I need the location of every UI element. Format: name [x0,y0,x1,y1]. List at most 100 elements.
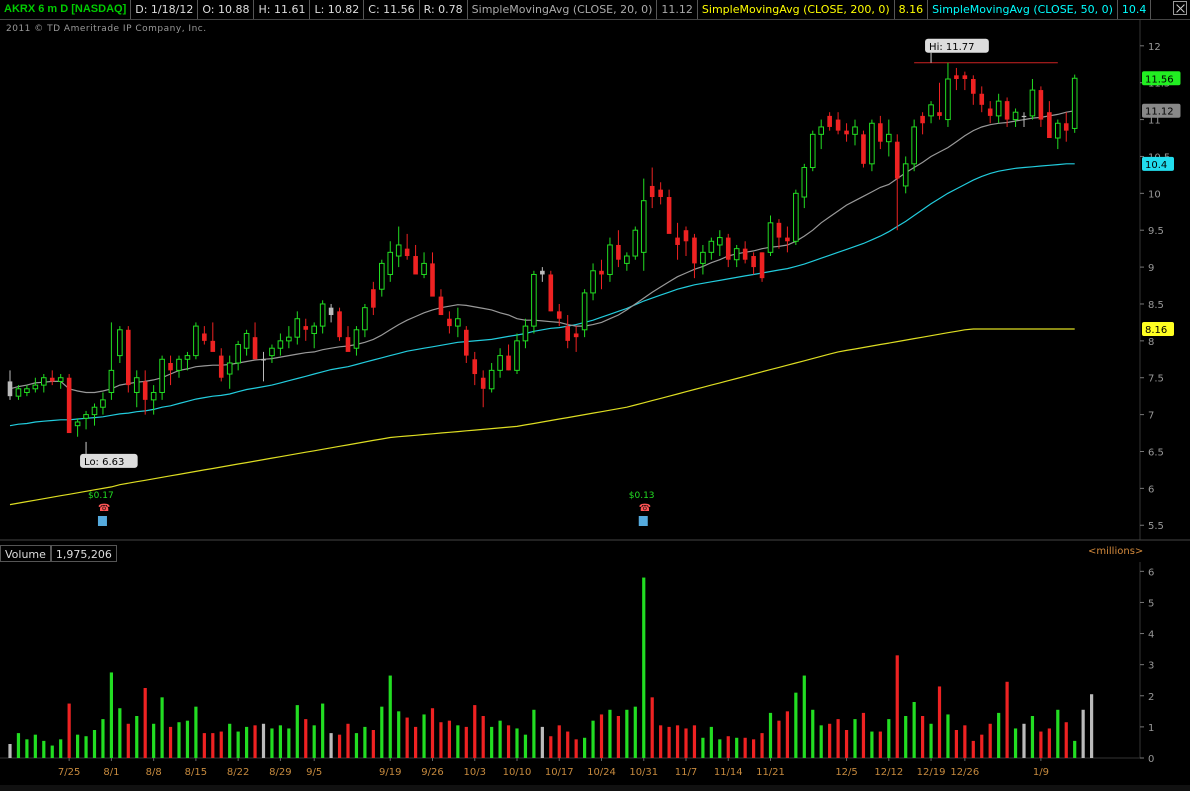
date-tick-label: 8/15 [185,767,207,778]
volume-bar [574,739,578,758]
volume-bar [549,736,553,758]
volume-bar [794,692,798,758]
volume-bar [836,719,840,758]
volume-bar [844,730,849,758]
volume-bar [8,744,12,758]
volume-bar [1030,716,1035,758]
volume-bar [67,703,71,758]
volume-bar [726,736,730,758]
volume-bar [802,675,806,758]
volume-bar [650,697,654,758]
volume-bar [828,723,832,758]
volume-bar [937,686,942,758]
volume-bar [532,709,536,758]
volume-tick-label: 0 [1148,754,1154,765]
volume-bar [261,723,266,758]
volume-bar [718,739,722,758]
volume-bar [878,731,882,758]
volume-bar [245,726,249,758]
volume-bar [405,717,409,758]
volume-bar [160,697,164,758]
volume-bar [1064,722,1068,758]
volume-bar [557,725,561,758]
volume-bar [473,705,477,758]
volume-bar [236,731,240,758]
volume-bar [963,725,967,758]
volume-bar [853,719,857,758]
volume-bar [346,723,350,758]
volume-bar [371,730,375,758]
volume-bar [219,731,223,758]
volume-bar [490,726,494,758]
volume-bar [126,723,130,758]
volume-bar [278,725,282,758]
volume-bar [498,720,502,758]
volume-bar [633,706,637,758]
volume-bar [456,725,460,758]
volume-bar [929,723,933,758]
volume-bar [912,702,916,758]
volume-tick-label: 4 [1148,630,1154,641]
volume-bar [287,728,291,758]
volume-bar [304,719,308,758]
volume-bar [701,737,705,758]
volume-bar [321,703,325,758]
volume-bar [904,716,908,758]
volume-bar [194,706,198,758]
date-tick-label: 11/7 [675,767,697,778]
volume-bar [971,740,975,758]
volume-bar [980,734,984,758]
volume-bar [422,714,426,758]
date-tick-label: 12/5 [835,767,857,778]
date-tick-label: 8/29 [269,767,291,778]
volume-bar [329,733,333,758]
volume-bar [599,714,604,758]
date-tick-label: 10/17 [545,767,574,778]
date-tick-label: 12/19 [917,767,946,778]
volume-bar [414,726,418,758]
volume-bar [659,725,663,758]
volume-tick-label: 3 [1148,661,1154,672]
volume-bar [1039,731,1043,758]
volume-bar [464,726,468,758]
date-tick-label: 10/3 [464,767,486,778]
volume-bar [439,722,443,758]
volume-bar [1073,740,1077,758]
volume-bar [785,711,789,758]
volume-bar [211,733,215,758]
volume-bar [819,725,823,758]
volume-bar [506,725,511,758]
volume-bar [185,720,190,758]
volume-bar [388,675,392,758]
date-tick-label: 8/1 [103,767,119,778]
volume-bar [312,725,316,758]
volume-bar [743,737,747,758]
volume-bar [870,731,874,758]
volume-bar [270,728,274,758]
volume-bar [735,737,739,758]
volume-bar [337,734,342,758]
volume-bar [92,730,97,758]
volume-bar [1081,709,1085,758]
volume-bar [168,726,173,758]
volume-bar [667,726,671,758]
volume-bar [887,719,891,758]
volume-tick-label: 5 [1148,598,1154,609]
volume-bar [202,733,206,758]
volume-bar [946,714,950,758]
volume-tick-label: 6 [1148,567,1154,578]
volume-chart[interactable]: 0 1 2 3 4 5 6 7/25 8/1 8/8 8/15 8/22 8/29 9/5 9/19 9/26… [0,0,1190,791]
bottom-scroll-bar[interactable] [0,785,1190,791]
volume-bar [591,720,595,758]
volume-bar [50,745,54,758]
volume-bar [143,688,147,758]
volume-bar [25,739,29,758]
volume-bar [921,716,925,758]
date-tick-label: 8/22 [227,767,249,778]
volume-bar [709,726,713,758]
volume-bar [954,730,958,758]
volume-bar [177,722,181,758]
volume-bar [354,733,359,758]
volume-bar [777,720,781,758]
volume-bar [752,739,756,758]
